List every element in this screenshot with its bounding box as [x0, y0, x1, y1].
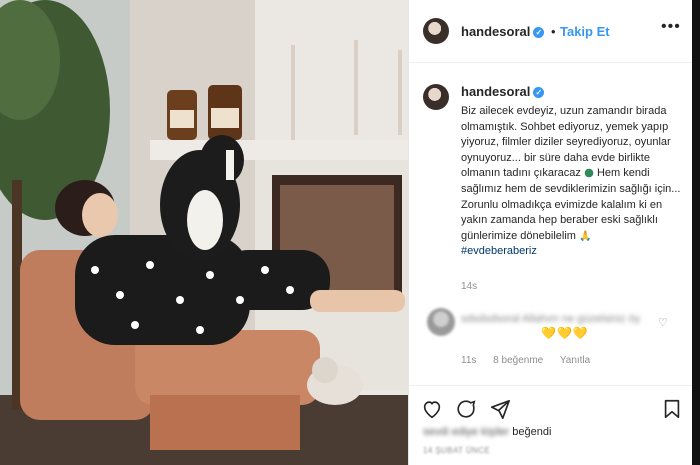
avatar[interactable]	[423, 18, 449, 44]
caption-username-label[interactable]: handesoral	[461, 84, 530, 99]
more-options-icon[interactable]: •••	[661, 18, 681, 36]
comment-meta: 11s 8 beğenme Yanıtla	[461, 355, 604, 366]
likers-names[interactable]: sevdi ediye kişiler	[423, 426, 509, 438]
comment-hearts: 💛💛💛	[541, 326, 589, 340]
username[interactable]: handesoral ✓	[461, 24, 545, 39]
username-label[interactable]: handesoral	[461, 24, 530, 39]
comment-bubble-icon[interactable]	[455, 398, 477, 420]
post-photo	[0, 0, 408, 465]
commenter-avatar[interactable]	[427, 308, 455, 336]
comment-time: 11s	[461, 355, 477, 366]
separator-dot: •	[551, 24, 556, 39]
page-edge	[692, 0, 700, 465]
follow-button[interactable]: Takip Et	[560, 24, 610, 39]
photo-scene	[0, 0, 408, 465]
likes-suffix: beğendi	[512, 426, 552, 438]
comment-likes[interactable]: 8 beğenme	[493, 355, 543, 366]
post-date: 14 ŞUBAT ÜNCE	[423, 446, 491, 455]
caption-username[interactable]: handesoral ✓	[461, 84, 545, 99]
reply-button[interactable]: Yanıtla	[560, 355, 590, 366]
share-send-icon[interactable]	[489, 398, 511, 420]
clover-icon	[583, 168, 594, 179]
save-bookmark-icon[interactable]	[661, 398, 683, 420]
comment-text: sdsdsdsoral Allahım ne güzelsiniz öy	[461, 313, 641, 325]
likes-summary[interactable]: sevdi ediye kişiler beğendi	[423, 426, 551, 438]
like-heart-icon[interactable]	[421, 398, 443, 420]
action-bar	[409, 385, 693, 428]
verified-icon: ✓	[533, 27, 545, 39]
praying-hands-icon: 🙏	[579, 230, 592, 242]
caption-avatar[interactable]	[423, 84, 449, 110]
comment-like-heart-icon[interactable]: ♡	[658, 316, 668, 329]
caption-time: 14s	[461, 281, 478, 292]
hashtag-link[interactable]: #evdeberaberiz	[461, 245, 537, 257]
post-header: handesoral ✓ • Takip Et •••	[409, 0, 693, 63]
verified-icon: ✓	[533, 87, 545, 99]
caption-text: Biz ailecek evdeyiz, uzun zamandır birad…	[461, 104, 681, 260]
post-panel: handesoral ✓ • Takip Et ••• handesoral ✓ B…	[408, 0, 693, 465]
